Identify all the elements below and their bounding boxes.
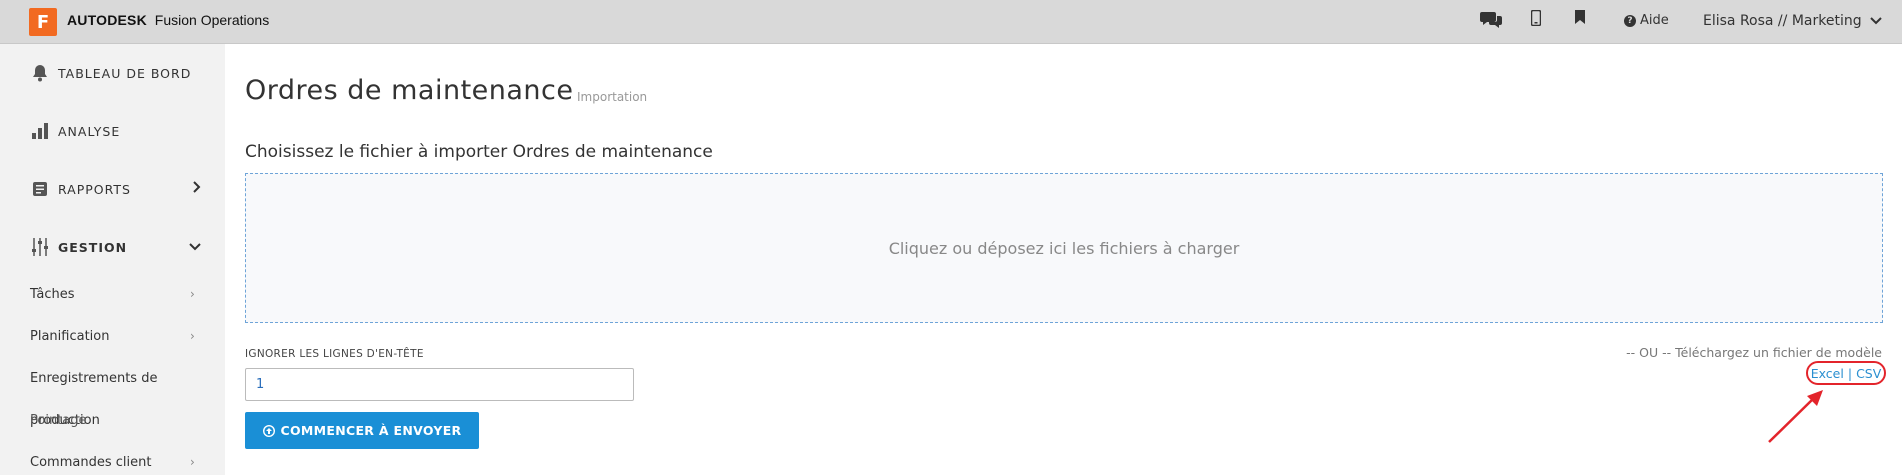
app-logo[interactable]: F xyxy=(29,8,57,36)
sidebar-sub-label: Pointage xyxy=(30,413,87,428)
help-icon: ? xyxy=(1624,14,1636,27)
top-bar: F AUTODESK Fusion Operations ? Aide Elis… xyxy=(0,0,1902,44)
start-upload-button[interactable]: COMMENCER À ENVOYER xyxy=(245,412,479,449)
csv-template-link[interactable]: CSV xyxy=(1856,366,1881,381)
bell-icon xyxy=(28,61,52,85)
sidebar-item-rapports[interactable]: RAPPORTS xyxy=(0,160,225,218)
ignore-header-label: IGNORER LES LIGNES D'EN-TÊTE xyxy=(245,348,424,360)
sidebar-sub-commandes-client[interactable]: Commandes client › xyxy=(30,455,200,470)
link-separator: | xyxy=(1847,365,1853,381)
sidebar-item-tableau-de-bord[interactable]: TABLEAU DE BORD xyxy=(0,44,225,102)
sidebar: TABLEAU DE BORD ANALYSE RAPPORTS GESTION… xyxy=(0,44,225,475)
sidebar-sub-planification[interactable]: Planification › xyxy=(30,329,200,344)
sidebar-sub-label: Planification xyxy=(30,329,110,344)
sidebar-item-analyse[interactable]: ANALYSE xyxy=(0,102,225,160)
brand-bold: AUTODESK xyxy=(67,12,147,28)
sliders-icon xyxy=(28,235,52,259)
annotation-arrow xyxy=(1768,390,1823,443)
page-title: Ordres de maintenance xyxy=(245,75,574,106)
template-links: Excel | CSV xyxy=(1806,361,1886,385)
sidebar-sub-taches[interactable]: Tâches › xyxy=(30,287,200,302)
report-icon xyxy=(28,177,52,201)
sidebar-item-label: GESTION xyxy=(58,239,128,255)
bar-chart-icon xyxy=(28,119,52,143)
chevron-right-icon: › xyxy=(190,455,195,469)
sidebar-sub-label: Enregistrements de xyxy=(30,371,158,386)
dropzone-text: Cliquez ou déposez ici les fichiers à ch… xyxy=(888,238,1240,258)
brand-product: Fusion Operations xyxy=(154,12,270,28)
chevron-down-icon xyxy=(1869,17,1882,25)
excel-template-link[interactable]: Excel xyxy=(1811,366,1844,381)
sidebar-item-gestion[interactable]: GESTION xyxy=(0,218,225,276)
sidebar-sub-label: Tâches xyxy=(30,287,75,302)
logo-letter: F xyxy=(36,11,50,33)
chevron-right-icon: › xyxy=(190,329,195,343)
sidebar-sub-label: Commandes client xyxy=(30,455,152,470)
bookmark-icon[interactable] xyxy=(1575,10,1585,24)
ignore-header-input[interactable] xyxy=(245,368,634,401)
upload-circle-icon xyxy=(262,424,275,437)
sidebar-item-label: ANALYSE xyxy=(58,123,121,139)
user-menu[interactable]: Elisa Rosa // Marketing xyxy=(1703,13,1882,29)
section-label: Choisissez le fichier à importer Ordres … xyxy=(245,142,713,162)
start-upload-label: COMMENCER À ENVOYER xyxy=(280,423,462,438)
sidebar-item-label: TABLEAU DE BORD xyxy=(58,65,192,81)
chat-icon[interactable] xyxy=(1480,10,1502,28)
file-dropzone[interactable]: Cliquez ou déposez ici les fichiers à ch… xyxy=(245,173,1883,323)
chevron-right-icon: › xyxy=(190,287,195,301)
sidebar-sub-pointage[interactable]: Pointage xyxy=(30,413,200,428)
help-link[interactable]: ? Aide xyxy=(1624,13,1669,28)
chevron-down-icon xyxy=(189,239,201,255)
mobile-icon[interactable] xyxy=(1531,10,1541,26)
user-label: Elisa Rosa // Marketing xyxy=(1703,13,1862,29)
brand-name: AUTODESK Fusion Operations xyxy=(67,12,269,28)
page-subtitle: Importation xyxy=(577,90,648,104)
chevron-right-icon xyxy=(193,181,201,197)
sidebar-sub-enregistrements[interactable]: Enregistrements de xyxy=(30,371,200,386)
help-label: Aide xyxy=(1640,13,1669,28)
template-text: -- OU -- Téléchargez un fichier de modèl… xyxy=(1626,345,1882,360)
sidebar-item-label: RAPPORTS xyxy=(58,181,131,197)
